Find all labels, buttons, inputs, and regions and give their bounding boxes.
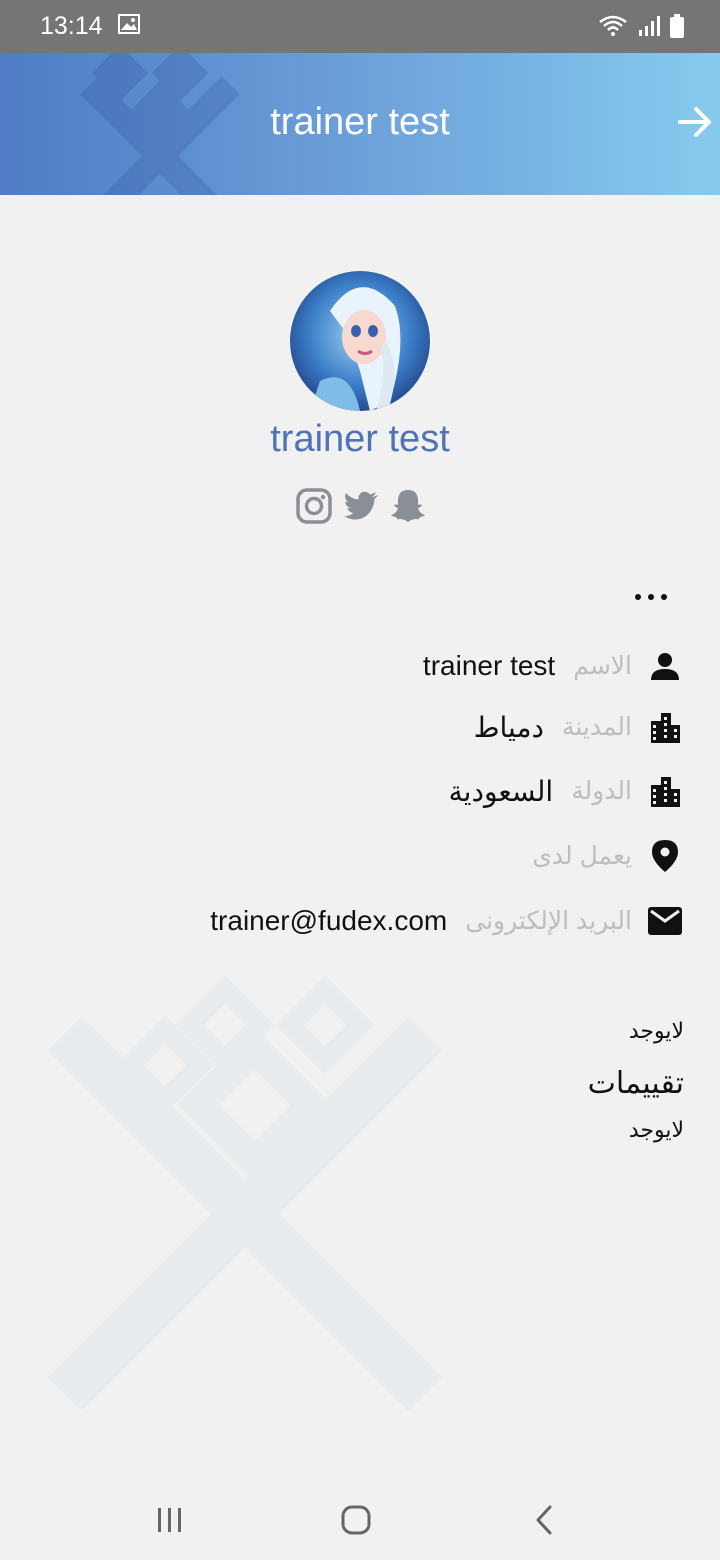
- background-pattern-decoration: [47, 975, 443, 1412]
- recent-apps-icon[interactable]: [156, 1506, 184, 1539]
- info-value: trainer test: [422, 650, 556, 681]
- bio-text: لايوجد: [628, 1018, 684, 1043]
- home-icon[interactable]: [341, 1505, 371, 1540]
- back-arrow-icon[interactable]: [676, 103, 714, 146]
- info-row-email: البريد الإلكترونى trainer@fudex.com: [210, 901, 682, 941]
- info-row-city: المدينة دمياط: [474, 707, 682, 747]
- info-label: المدينة: [561, 713, 632, 741]
- wifi-icon: [598, 15, 628, 42]
- city-buildings-icon: [648, 710, 682, 744]
- more-options-icon[interactable]: [632, 582, 670, 617]
- info-value: دمياط: [473, 711, 544, 743]
- status-time: 13:14: [40, 12, 103, 40]
- instagram-icon[interactable]: [295, 487, 333, 525]
- info-label: يعمل لدى: [532, 842, 632, 870]
- person-icon: [648, 649, 682, 683]
- status-bar: 13:14: [0, 0, 720, 53]
- battery-icon: [670, 14, 684, 43]
- info-label: الاسم: [573, 652, 632, 680]
- profile-name: trainer test: [270, 418, 450, 460]
- location-pin-icon: [648, 839, 682, 873]
- ratings-title: تقييمات: [587, 1067, 684, 1100]
- system-nav-bar: [0, 1480, 720, 1560]
- info-row-name: الاسم trainer test: [423, 646, 682, 686]
- info-value: السعودية: [448, 775, 554, 807]
- ratings-empty-text: لايوجد: [628, 1117, 684, 1142]
- image-notification-icon: [118, 14, 140, 39]
- info-row-works-at: يعمل لدى: [532, 836, 682, 876]
- back-nav-icon[interactable]: [533, 1505, 555, 1540]
- app-header: trainer test: [0, 53, 720, 195]
- twitter-icon[interactable]: [342, 487, 380, 525]
- info-label: البريد الإلكترونى: [465, 907, 632, 935]
- info-value: trainer@fudex.com: [210, 905, 448, 936]
- info-label: الدولة: [571, 777, 632, 805]
- social-links: [295, 487, 427, 525]
- snapchat-icon[interactable]: [389, 487, 427, 525]
- profile-avatar: [290, 271, 430, 411]
- header-title: trainer test: [270, 101, 450, 143]
- email-icon: [648, 904, 682, 938]
- city-buildings-icon: [648, 774, 682, 808]
- info-row-country: الدولة السعودية: [449, 771, 682, 811]
- signal-icon: [638, 15, 660, 42]
